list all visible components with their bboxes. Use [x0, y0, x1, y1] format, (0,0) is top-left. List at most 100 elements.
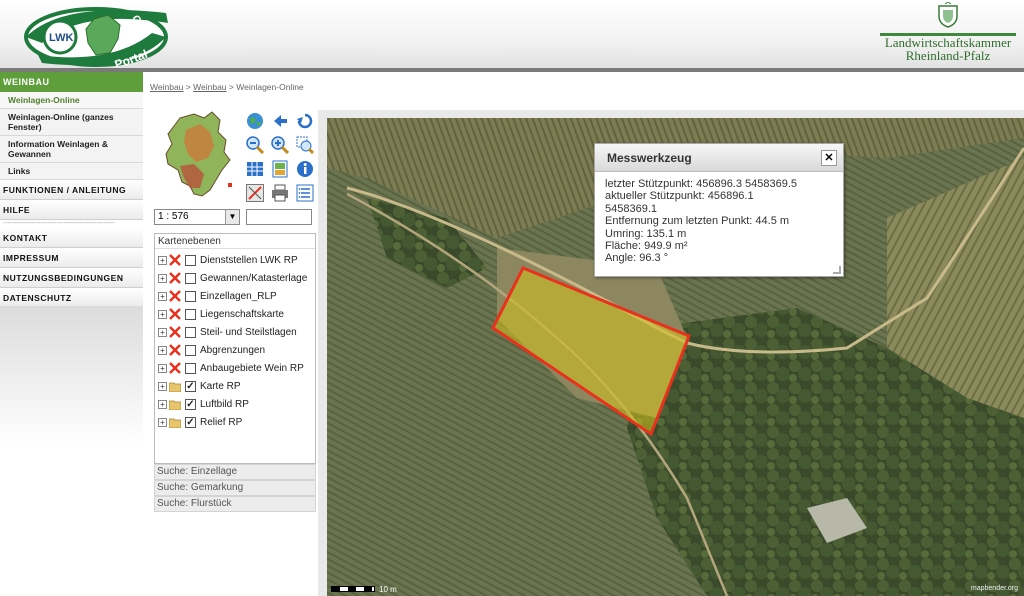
- scale-input[interactable]: [246, 209, 312, 225]
- layer-checkbox[interactable]: [185, 308, 196, 320]
- layer-row[interactable]: + Dienststellen LWK RP: [158, 252, 314, 268]
- sidebar-item-datenschutz[interactable]: DATENSCHUTZ: [0, 288, 143, 308]
- list-icon[interactable]: [296, 184, 314, 202]
- measure-current-point: aktueller Stützpunkt: 456896.1: [605, 190, 754, 203]
- layer-checkbox[interactable]: [185, 326, 196, 338]
- sidebar-item-weinlagen-online[interactable]: Weinlagen-Online: [0, 92, 143, 109]
- layer-row[interactable]: + Anbaugebiete Wein RP: [158, 360, 314, 376]
- layer-row[interactable]: + ✓ Relief RP: [158, 414, 314, 430]
- layer-row[interactable]: + Liegenschaftskarte: [158, 306, 314, 322]
- breadcrumb-link-weinbau-1[interactable]: Weinbau: [150, 82, 183, 92]
- breadcrumb-current: Weinlagen-Online: [236, 82, 304, 92]
- layer-row[interactable]: + Steil- und Steilstlagen: [158, 324, 314, 340]
- sidebar-item-funktionen[interactable]: FUNKTIONEN / ANLEITUNG: [0, 180, 143, 200]
- breadcrumb-link-weinbau-2[interactable]: Weinbau: [193, 82, 226, 92]
- expand-icon[interactable]: +: [158, 327, 167, 337]
- expand-icon[interactable]: +: [158, 363, 167, 373]
- layer-row[interactable]: + ✓ Karte RP: [158, 378, 314, 394]
- zoom-box-icon[interactable]: [296, 136, 314, 154]
- layer-panel: Kartenebenen + Dienststellen LWK RP + Gewan…: [154, 233, 316, 464]
- measure-dialog-title[interactable]: Messwerkzeug: [595, 144, 843, 172]
- layer-label: Anbaugebiete Wein RP: [200, 362, 304, 374]
- breadcrumb-sep: >: [185, 82, 191, 92]
- layer-label: Steil- und Steilstlagen: [200, 326, 297, 338]
- layer-checkbox[interactable]: [185, 254, 196, 266]
- page-header: LWK Geo Portal Landwirtschaftskammer Rhe…: [0, 0, 1024, 68]
- expand-icon[interactable]: +: [158, 381, 167, 391]
- layer-checkbox[interactable]: ✓: [185, 380, 196, 392]
- zoom-out-icon[interactable]: [246, 136, 264, 154]
- layer-unavailable-icon: [169, 254, 181, 266]
- close-icon[interactable]: ✕: [821, 150, 837, 166]
- grid-icon[interactable]: [246, 160, 264, 178]
- logo-lwk-text: LWK: [49, 32, 73, 44]
- map-credit[interactable]: mapbender.org: [971, 585, 1018, 592]
- org-logo[interactable]: Landwirtschaftskammer Rheinland-Pfalz: [876, 1, 1020, 64]
- breadcrumb-sep: >: [228, 82, 234, 92]
- sidebar-item-information[interactable]: Information Weinlagen & Gewannen: [0, 136, 143, 163]
- layer-label: Liegenschaftskarte: [200, 308, 284, 320]
- layer-checkbox[interactable]: ✓: [185, 398, 196, 410]
- measure-distance: Entfernung zum letzten Punkt: 44.5 m: [605, 215, 790, 228]
- map-scalebar-label: 10 m: [379, 585, 397, 594]
- layer-checkbox[interactable]: ✓: [185, 416, 196, 428]
- info-icon[interactable]: [296, 160, 314, 178]
- search-gemarkung[interactable]: Suche: Gemarkung: [154, 480, 316, 496]
- globe-icon[interactable]: [246, 112, 264, 130]
- layer-row[interactable]: + Einzellagen_RLP: [158, 288, 314, 304]
- layer-unavailable-icon: [169, 326, 181, 338]
- measure-last-point: letzter Stützpunkt: 456896.3 5458369.5: [605, 178, 798, 190]
- pan-back-icon[interactable]: [271, 112, 289, 130]
- layer-row[interactable]: + Gewannen/Katasterlage: [158, 270, 314, 286]
- resize-handle[interactable]: [833, 266, 841, 274]
- layer-label: Abgrenzungen: [200, 344, 266, 356]
- measure-perimeter: Umring: 135.1 m: [605, 227, 687, 240]
- zoom-in-icon[interactable]: [271, 136, 289, 154]
- sidebar-item-links[interactable]: Links: [0, 163, 143, 180]
- layer-checkbox[interactable]: [185, 362, 196, 374]
- expand-icon[interactable]: +: [158, 399, 167, 409]
- map-scalebar: [331, 586, 375, 592]
- layer-unavailable-icon: [169, 308, 181, 320]
- legend-icon[interactable]: [271, 160, 289, 178]
- sidebar-background: [0, 306, 143, 596]
- expand-icon[interactable]: +: [158, 255, 167, 265]
- expand-icon[interactable]: +: [158, 291, 167, 301]
- measure-angle: Angle: 96.3 °: [605, 252, 669, 265]
- folder-icon: [169, 398, 181, 410]
- sidebar-item-impressum[interactable]: IMPRESSUM: [0, 248, 143, 268]
- measure-icon[interactable]: [246, 184, 264, 202]
- search-flurstueck[interactable]: Suche: Flurstück: [154, 496, 316, 512]
- scale-value: 1 : 576: [158, 211, 189, 222]
- overview-map[interactable]: [160, 110, 238, 200]
- header-divider: [0, 68, 1024, 72]
- sidebar-item-hilfe[interactable]: HILFE: [0, 200, 143, 220]
- undo-icon[interactable]: [296, 112, 314, 130]
- expand-icon[interactable]: +: [158, 417, 167, 427]
- expand-icon[interactable]: +: [158, 345, 167, 355]
- sidebar-item-weinlagen-fenster[interactable]: Weinlagen-Online (ganzes Fenster): [0, 109, 143, 136]
- layer-checkbox[interactable]: [185, 344, 196, 356]
- layer-checkbox[interactable]: [185, 272, 196, 284]
- layer-label: Dienststellen LWK RP: [200, 254, 298, 266]
- layer-checkbox[interactable]: [185, 290, 196, 302]
- layer-row[interactable]: + Abgrenzungen: [158, 342, 314, 358]
- expand-icon[interactable]: +: [158, 273, 167, 283]
- layer-label: Einzellagen_RLP: [200, 290, 277, 302]
- layer-label: Karte RP: [200, 380, 241, 392]
- print-icon[interactable]: [271, 184, 289, 202]
- sidebar-separator: ----------------------------------------…: [3, 220, 115, 227]
- sidebar-item-nutzungsbedingungen[interactable]: NUTZUNGSBEDINGUNGEN: [0, 268, 143, 288]
- measure-dialog[interactable]: Messwerkzeug ✕ letzter Stützpunkt: 45689…: [594, 143, 844, 277]
- sidebar-item-kontakt[interactable]: KONTAKT: [0, 228, 143, 248]
- measure-area: Fläche: 949.9 m²: [605, 240, 688, 253]
- chevron-down-icon[interactable]: ▼: [225, 210, 239, 224]
- map-toolbar: [244, 110, 316, 206]
- scale-select[interactable]: 1 : 576 ▼: [154, 209, 240, 225]
- search-einzellage[interactable]: Suche: Einzellage: [154, 464, 316, 480]
- layer-row[interactable]: + ✓ Luftbild RP: [158, 396, 314, 412]
- geoportal-logo[interactable]: LWK Geo Portal: [22, 3, 168, 67]
- sidebar-section-weinbau[interactable]: WEINBAU: [0, 72, 143, 92]
- expand-icon[interactable]: +: [158, 309, 167, 319]
- layer-unavailable-icon: [169, 272, 181, 284]
